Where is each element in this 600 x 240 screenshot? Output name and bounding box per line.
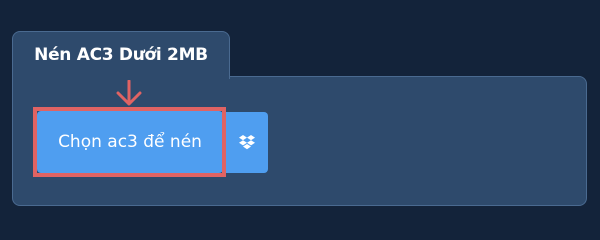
arrow-down-icon [116,80,142,106]
choose-file-label: Chọn ac3 để nén [58,132,202,152]
dropbox-icon [239,134,255,149]
choose-file-button[interactable]: Chọn ac3 để nén [37,111,223,173]
dropbox-button[interactable] [226,112,268,173]
tab-title: Nén AC3 Dưới 2MB [34,45,208,65]
compress-tab[interactable]: Nén AC3 Dưới 2MB [12,31,230,79]
